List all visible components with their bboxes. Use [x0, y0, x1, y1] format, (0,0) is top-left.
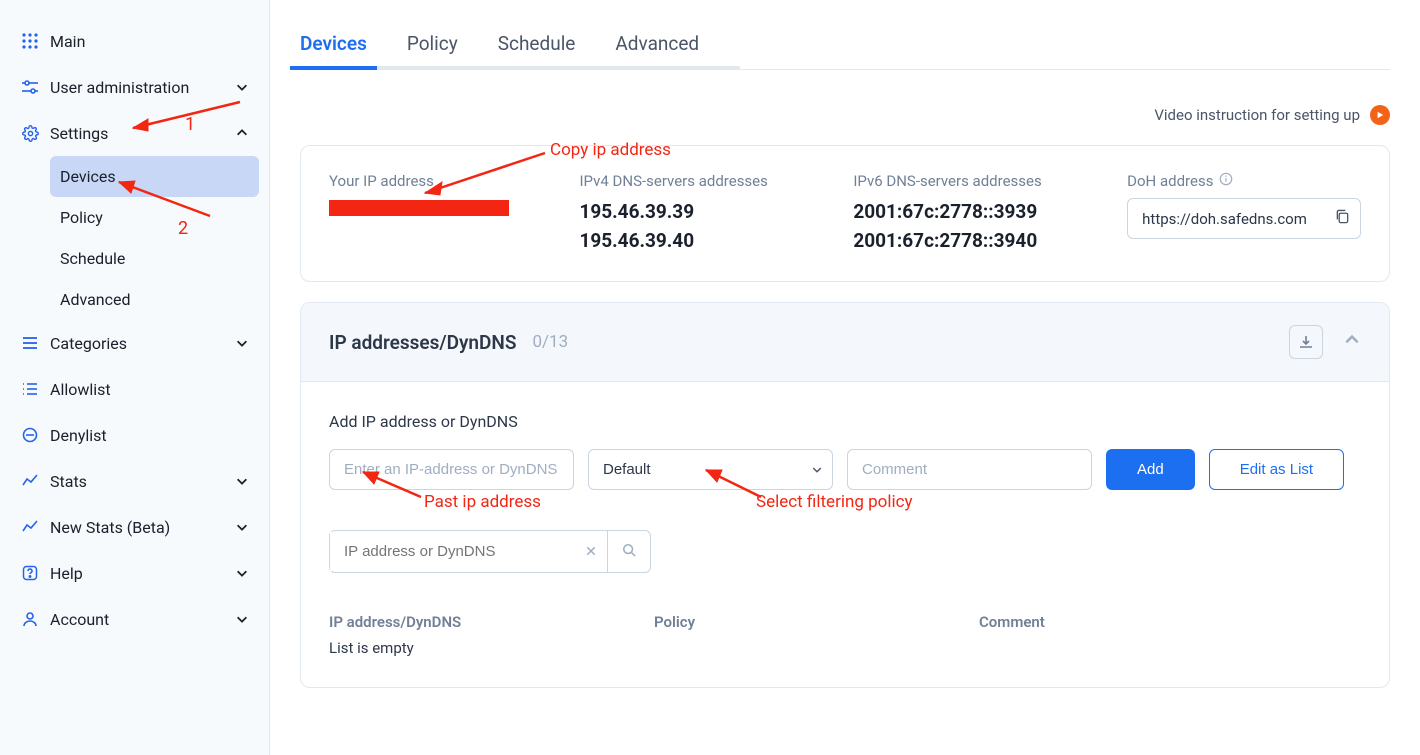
doh-value: https://doh.safedns.com — [1142, 210, 1307, 228]
your-ip-label: Your IP address — [329, 172, 539, 190]
help-icon — [20, 563, 40, 583]
sidebar-item-new-stats[interactable]: New Stats (Beta) — [10, 504, 259, 550]
tabs: Devices Policy Schedule Advanced — [300, 20, 1390, 70]
chevron-down-icon — [235, 336, 249, 350]
user-icon — [20, 609, 40, 629]
section-title: IP addresses/DynDNS — [329, 331, 516, 354]
chart-icon — [20, 471, 40, 491]
video-link-label: Video instruction for setting up — [1154, 106, 1360, 124]
sidebar-item-label: Stats — [50, 472, 87, 491]
chevron-down-icon — [235, 566, 249, 580]
ipv4-value-2: 195.46.39.40 — [579, 227, 813, 256]
sliders-icon — [20, 77, 40, 97]
tab-devices[interactable]: Devices — [300, 20, 367, 69]
chevron-up-icon — [235, 126, 249, 140]
ipv6-value-2: 2001:67c:2778::3940 — [853, 227, 1087, 256]
copy-icon[interactable] — [1335, 209, 1350, 228]
grid-icon — [20, 31, 40, 51]
sidebar-item-settings[interactable]: Settings — [10, 110, 259, 156]
info-icon — [1219, 172, 1233, 190]
search-input-wrap — [329, 530, 651, 573]
play-icon — [1370, 105, 1390, 125]
gear-icon — [20, 123, 40, 143]
sidebar-item-allowlist[interactable]: Allowlist — [10, 366, 259, 412]
sidebar-item-label: Help — [50, 564, 83, 583]
tab-advanced[interactable]: Advanced — [615, 20, 699, 69]
section-body: Add IP address or DynDNS Default Add Edi… — [301, 382, 1389, 687]
search-input[interactable] — [330, 532, 575, 571]
download-button[interactable] — [1289, 325, 1323, 359]
edit-as-list-button[interactable]: Edit as List — [1209, 449, 1344, 490]
policy-select[interactable]: Default — [588, 449, 833, 490]
list-icon — [20, 379, 40, 399]
sidebar-item-label: Settings — [50, 124, 108, 143]
video-instruction-link[interactable]: Video instruction for setting up — [300, 105, 1390, 125]
chevron-up-icon[interactable] — [1343, 331, 1361, 353]
doh-label: DoH address — [1127, 172, 1361, 190]
sidebar-item-label: Schedule — [60, 249, 125, 268]
annotation-select: Select filtering policy — [756, 492, 913, 512]
sidebar-item-label: Advanced — [60, 290, 131, 309]
annotation-past: Past ip address — [424, 492, 541, 512]
add-button[interactable]: Add — [1106, 449, 1195, 490]
chevron-down-icon — [235, 520, 249, 534]
menu-icon — [20, 333, 40, 353]
ipv6-value-1: 2001:67c:2778::3939 — [853, 198, 1087, 227]
sidebar-item-label: Account — [50, 610, 109, 629]
ipv4-label: IPv4 DNS-servers addresses — [579, 172, 813, 190]
ipv4-value-1: 195.46.39.39 — [579, 198, 813, 227]
section-count: 0/13 — [532, 332, 568, 352]
section-header: IP addresses/DynDNS 0/13 — [301, 303, 1389, 382]
chevron-down-icon — [235, 80, 249, 94]
ip-dyndns-section: IP addresses/DynDNS 0/13 Add IP address … — [300, 302, 1390, 688]
sidebar-item-categories[interactable]: Categories — [10, 320, 259, 366]
sidebar-item-user-admin[interactable]: User administration — [10, 64, 259, 110]
tab-schedule[interactable]: Schedule — [498, 20, 576, 69]
table-header: IP address/DynDNS Policy Comment — [329, 613, 1361, 631]
sidebar-item-label: User administration — [50, 78, 189, 97]
sidebar-item-schedule[interactable]: Schedule — [50, 238, 259, 279]
comment-input[interactable] — [847, 449, 1092, 490]
ipv6-label: IPv6 DNS-servers addresses — [853, 172, 1087, 190]
sidebar-item-label: Devices — [60, 167, 116, 186]
deny-icon — [20, 425, 40, 445]
sidebar-item-main[interactable]: Main — [10, 18, 259, 64]
col-ip: IP address/DynDNS — [329, 613, 654, 631]
sidebar-item-label: New Stats (Beta) — [50, 518, 170, 537]
clear-icon[interactable] — [575, 542, 607, 561]
ip-input[interactable] — [329, 449, 574, 490]
chart-icon — [20, 517, 40, 537]
empty-list: List is empty — [329, 639, 1361, 657]
sidebar-item-advanced[interactable]: Advanced — [50, 279, 259, 320]
col-policy: Policy — [654, 613, 979, 631]
sidebar-item-label: Denylist — [50, 426, 107, 445]
sidebar-item-help[interactable]: Help — [10, 550, 259, 596]
doh-value-box: https://doh.safedns.com — [1127, 198, 1361, 239]
main-content: Devices Policy Schedule Advanced Video i… — [270, 0, 1420, 755]
sidebar-item-devices[interactable]: Devices — [50, 156, 259, 197]
sidebar-item-denylist[interactable]: Denylist — [10, 412, 259, 458]
chevron-down-icon — [235, 474, 249, 488]
chevron-down-icon — [235, 612, 249, 626]
settings-submenu: Devices Policy Schedule Advanced — [10, 156, 259, 320]
sidebar: Main User administration Settings Device… — [0, 0, 270, 755]
sidebar-item-stats[interactable]: Stats — [10, 458, 259, 504]
sidebar-item-account[interactable]: Account — [10, 596, 259, 642]
sidebar-item-policy[interactable]: Policy — [50, 197, 259, 238]
sidebar-item-label: Categories — [50, 334, 127, 353]
your-ip-redacted — [329, 200, 509, 216]
sidebar-item-label: Main — [50, 32, 85, 51]
search-row — [329, 530, 1361, 573]
tab-policy[interactable]: Policy — [407, 20, 458, 69]
sidebar-item-label: Policy — [60, 208, 103, 227]
col-comment: Comment — [979, 613, 1361, 631]
ip-info-card: Your IP address IPv4 DNS-servers address… — [300, 145, 1390, 282]
add-form-label: Add IP address or DynDNS — [329, 412, 1361, 431]
search-icon[interactable] — [607, 531, 650, 572]
add-form-row: Default Add Edit as List — [329, 449, 1361, 490]
sidebar-item-label: Allowlist — [50, 380, 111, 399]
